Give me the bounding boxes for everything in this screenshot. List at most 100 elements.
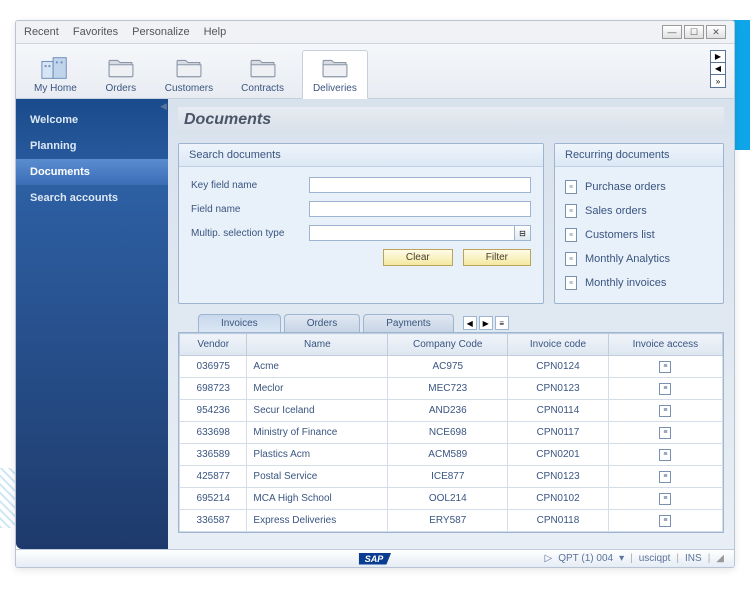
clear-button[interactable]: Clear — [383, 249, 453, 266]
cell-vendor: 425877 — [180, 466, 247, 488]
toolbar-item-my-home[interactable]: My Home — [24, 51, 87, 98]
tab-invoices[interactable]: Invoices — [198, 314, 281, 332]
sidebar-item-welcome[interactable]: Welcome — [16, 107, 168, 133]
filter-button[interactable]: Filter — [463, 249, 531, 266]
status-dropdown-icon[interactable]: ▾ — [619, 553, 624, 564]
access-icon[interactable]: ≡ — [659, 449, 671, 461]
toolbar-label: Deliveries — [313, 83, 357, 94]
tab-next-icon[interactable]: ▶ — [479, 316, 493, 330]
toolbar-label: Contracts — [241, 83, 284, 94]
multip-selection-type-input[interactable] — [309, 225, 515, 241]
cell-invoice-code: CPN0123 — [508, 378, 609, 400]
toolbar-item-orders[interactable]: Orders — [95, 51, 147, 98]
tab-prev-icon[interactable]: ◀ — [463, 316, 477, 330]
menubar: Recent Favorites Personalize Help — ☐ ✕ — [16, 21, 734, 44]
recurring-item-monthly-analytics[interactable]: ≡Monthly Analytics — [565, 247, 713, 271]
access-icon[interactable]: ≡ — [659, 493, 671, 505]
menu-recent[interactable]: Recent — [24, 26, 59, 38]
table-row[interactable]: 698723MeclorMEC723CPN0123 ≡ — [180, 378, 723, 400]
close-button[interactable]: ✕ — [706, 25, 726, 39]
cell-company-code: OOL214 — [388, 488, 508, 510]
menu-favorites[interactable]: Favorites — [73, 26, 118, 38]
cell-vendor: 698723 — [180, 378, 247, 400]
column-header[interactable]: Invoice access — [608, 334, 722, 356]
recurring-item-purchase-orders[interactable]: ≡Purchase orders — [565, 175, 713, 199]
maximize-button[interactable]: ☐ — [684, 25, 704, 39]
selection-helper-icon[interactable]: ⊟ — [515, 225, 531, 241]
search-panel: Search documents Key field nameField nam… — [178, 143, 544, 304]
cell-name: Acme — [247, 356, 388, 378]
cell-invoice-code: CPN0102 — [508, 488, 609, 510]
access-icon[interactable]: ≡ — [659, 405, 671, 417]
key-field-name-input[interactable] — [309, 177, 531, 193]
access-icon[interactable]: ≡ — [659, 471, 671, 483]
table-row[interactable]: 336587Express DeliveriesERY587CPN0118≡ — [180, 510, 723, 532]
status-resize-icon[interactable]: ◢ — [716, 553, 724, 564]
table-row[interactable]: 633698Ministry of FinanceNCE698CPN0117≡ — [180, 422, 723, 444]
sidebar-collapse-icon[interactable]: ◀ — [160, 101, 167, 112]
toolbar-item-contracts[interactable]: Contracts — [231, 51, 294, 98]
tab-payments[interactable]: Payments — [363, 314, 453, 332]
toolbar-item-customers[interactable]: Customers — [155, 51, 223, 98]
nav-right-icon[interactable]: ▶ — [711, 51, 725, 63]
column-header[interactable]: Company Code — [388, 334, 508, 356]
cell-company-code: MEC723 — [388, 378, 508, 400]
sidebar-item-search-accounts[interactable]: Search accounts — [16, 185, 168, 211]
document-icon: ≡ — [565, 180, 577, 194]
nav-left-icon[interactable]: ◀ — [711, 63, 725, 75]
status-mode: INS — [685, 553, 702, 564]
access-icon[interactable]: ≡ — [659, 383, 671, 395]
column-header[interactable]: Name — [247, 334, 388, 356]
cell-invoice-access: ≡ — [608, 444, 722, 466]
tab-list-icon[interactable]: ≡ — [495, 316, 509, 330]
cell-company-code: ERY587 — [388, 510, 508, 532]
table-row[interactable]: 425877Postal ServiceICE877CPN0123≡ — [180, 466, 723, 488]
column-header[interactable]: Vendor — [180, 334, 247, 356]
sidebar-item-planning[interactable]: Planning — [16, 133, 168, 159]
access-icon[interactable]: ≡ — [659, 427, 671, 439]
nav-expand-icon[interactable]: » — [711, 75, 725, 87]
menu-personalize[interactable]: Personalize — [132, 26, 189, 38]
access-icon[interactable]: ≡ — [659, 515, 671, 527]
toolbar-label: Orders — [106, 83, 137, 94]
cell-name: Meclor — [247, 378, 388, 400]
cell-name: MCA High School — [247, 488, 388, 510]
column-header[interactable]: Invoice code — [508, 334, 609, 356]
cell-company-code: ICE877 — [388, 466, 508, 488]
statusbar: SAP ▷ QPT (1) 004 ▾ | usciqpt | INS | ◢ — [16, 549, 734, 567]
main-content: Documents Search documents Key field nam… — [168, 99, 734, 549]
menu-help[interactable]: Help — [204, 26, 227, 38]
recurring-item-customers-list[interactable]: ≡ Customers list — [565, 223, 713, 247]
tab-orders[interactable]: Orders — [284, 314, 361, 332]
status-user: usciqpt — [639, 553, 671, 564]
table-row[interactable]: 695214MCA High SchoolOOL214CPN0102≡ — [180, 488, 723, 510]
cell-company-code: AND236 — [388, 400, 508, 422]
folder-icon — [247, 55, 279, 81]
folder-icon — [319, 55, 351, 81]
cell-company-code: NCE698 — [388, 422, 508, 444]
field-name-input[interactable] — [309, 201, 531, 217]
table-row[interactable]: 036975AcmeAC975CPN0124≡ — [180, 356, 723, 378]
table-row[interactable]: 336589Plastics AcmACM589CPN0201≡ — [180, 444, 723, 466]
minimize-button[interactable]: — — [662, 25, 682, 39]
tabs-row: InvoicesOrdersPayments ◀ ▶ ≡ — [178, 314, 724, 332]
cell-invoice-code: CPN0118 — [508, 510, 609, 532]
toolbar-label: Customers — [165, 83, 213, 94]
sidebar-item-documents[interactable]: Documents — [16, 159, 168, 185]
recurring-item-sales-orders[interactable]: ≡Sales orders — [565, 199, 713, 223]
recurring-label: Customers list — [585, 229, 655, 241]
status-play-icon[interactable]: ▷ — [545, 553, 553, 564]
cell-vendor: 336589 — [180, 444, 247, 466]
table-row[interactable]: 954236Secur IcelandAND236CPN0114≡ — [180, 400, 723, 422]
folder-icon — [105, 55, 137, 81]
recurring-label: Sales orders — [585, 205, 647, 217]
recurring-panel-title: Recurring documents — [555, 144, 723, 167]
access-icon[interactable]: ≡ — [659, 361, 671, 373]
cell-invoice-access: ≡ — [608, 488, 722, 510]
toolbar-item-deliveries[interactable]: Deliveries — [302, 50, 368, 99]
document-icon: ≡ — [565, 228, 577, 242]
sidebar: ◀ WelcomePlanningDocumentsSearch account… — [16, 99, 168, 549]
cell-vendor: 954236 — [180, 400, 247, 422]
cell-company-code: AC975 — [388, 356, 508, 378]
recurring-item-monthly-invoices[interactable]: ≡Monthly invoices — [565, 271, 713, 295]
